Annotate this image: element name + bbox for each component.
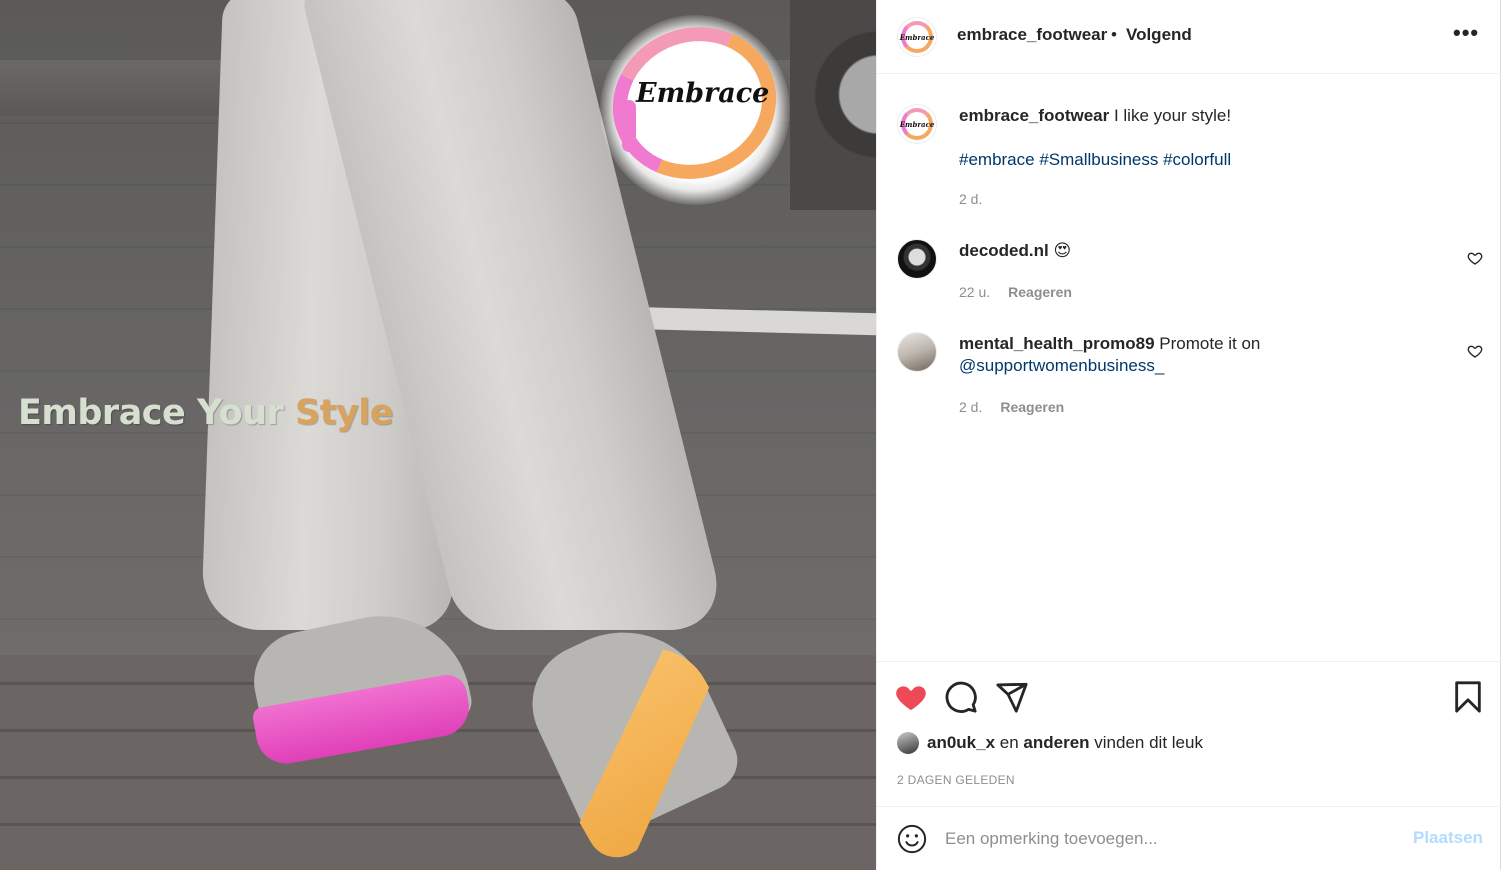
avatar-logo-text: Embrace bbox=[899, 32, 935, 42]
comment-text: mental_health_promo89 Promote it on @sup… bbox=[959, 333, 1429, 377]
mention-link[interactable]: @supportwomenbusiness_ bbox=[959, 356, 1164, 375]
author-username[interactable]: embrace_footwear bbox=[957, 25, 1107, 45]
reply-button[interactable]: Reageren bbox=[1000, 399, 1064, 415]
likes-summary: an0uk_x en anderen vinden dit leuk bbox=[897, 732, 1203, 754]
author-avatar[interactable]: Embrace bbox=[897, 17, 937, 57]
slogan-part1: Embrace Your bbox=[18, 393, 296, 433]
likes-others-link[interactable]: anderen bbox=[1023, 733, 1089, 753]
commenter-avatar[interactable] bbox=[897, 239, 937, 279]
reply-button[interactable]: Reageren bbox=[1008, 284, 1072, 300]
caption-time[interactable]: 2 d. bbox=[959, 191, 982, 207]
caption-text: embrace_footwear I like your style! bbox=[959, 105, 1429, 127]
share-send-icon[interactable] bbox=[995, 680, 1029, 714]
slogan-part2: Style bbox=[295, 393, 394, 433]
caption-username[interactable]: embrace_footwear bbox=[959, 106, 1109, 125]
avatar-logo-text: Embrace bbox=[899, 119, 935, 129]
save-bookmark-icon[interactable] bbox=[1451, 680, 1485, 714]
following-button[interactable]: Volgend bbox=[1126, 25, 1192, 45]
like-comment-heart-icon[interactable] bbox=[1467, 250, 1483, 266]
post-image[interactable]: Embrace Embrace Your Style bbox=[0, 0, 876, 870]
comment-body: 😍 bbox=[1048, 241, 1072, 260]
like-comment-heart-icon[interactable] bbox=[1467, 343, 1483, 359]
post-side-panel: Embrace embrace_footwear • Volgend ••• E… bbox=[876, 0, 1501, 870]
post-comment-button[interactable]: Plaatsen bbox=[1413, 828, 1483, 848]
comment-meta: 2 d. Reageren bbox=[959, 399, 1064, 415]
emoji-icon[interactable] bbox=[897, 824, 927, 854]
commenter-username[interactable]: mental_health_promo89 bbox=[959, 334, 1155, 353]
commenter-username[interactable]: decoded.nl bbox=[959, 241, 1049, 260]
likes-connector: en bbox=[995, 733, 1024, 752]
liker-username[interactable]: an0uk_x bbox=[927, 733, 995, 753]
caption-avatar[interactable]: Embrace bbox=[897, 104, 937, 144]
logo-drip bbox=[622, 100, 636, 152]
slogan: Embrace Your Style bbox=[18, 393, 394, 433]
post-actions: an0uk_x en anderen vinden dit leuk 2 DAG… bbox=[877, 661, 1501, 806]
comment-body: Promote it on bbox=[1154, 334, 1261, 353]
add-comment-bar: Plaatsen bbox=[877, 806, 1501, 870]
caption-hashtags[interactable]: #embrace #Smallbusiness #colorfull bbox=[959, 150, 1231, 170]
more-options-icon[interactable]: ••• bbox=[1453, 20, 1479, 46]
brand-logo: Embrace bbox=[636, 78, 770, 109]
caption-body: I like your style! bbox=[1109, 106, 1232, 125]
comment-time[interactable]: 22 u. bbox=[959, 284, 990, 300]
comment-text: decoded.nl 😍 bbox=[959, 240, 1429, 262]
likes-suffix: vinden dit leuk bbox=[1089, 733, 1203, 752]
post-header: Embrace embrace_footwear • Volgend ••• bbox=[877, 0, 1501, 74]
comment-bubble-icon[interactable] bbox=[944, 680, 978, 714]
comment-time[interactable]: 2 d. bbox=[959, 399, 982, 415]
separator-dot: • bbox=[1111, 25, 1117, 44]
commenter-avatar[interactable] bbox=[897, 332, 937, 372]
like-heart-icon[interactable] bbox=[894, 680, 928, 714]
comment-meta: 22 u. Reageren bbox=[959, 284, 1072, 300]
liker-avatar[interactable] bbox=[897, 732, 919, 754]
post-date[interactable]: 2 DAGEN GELEDEN bbox=[897, 773, 1015, 787]
car-wheel bbox=[790, 0, 876, 210]
comment-input[interactable] bbox=[945, 825, 1385, 853]
